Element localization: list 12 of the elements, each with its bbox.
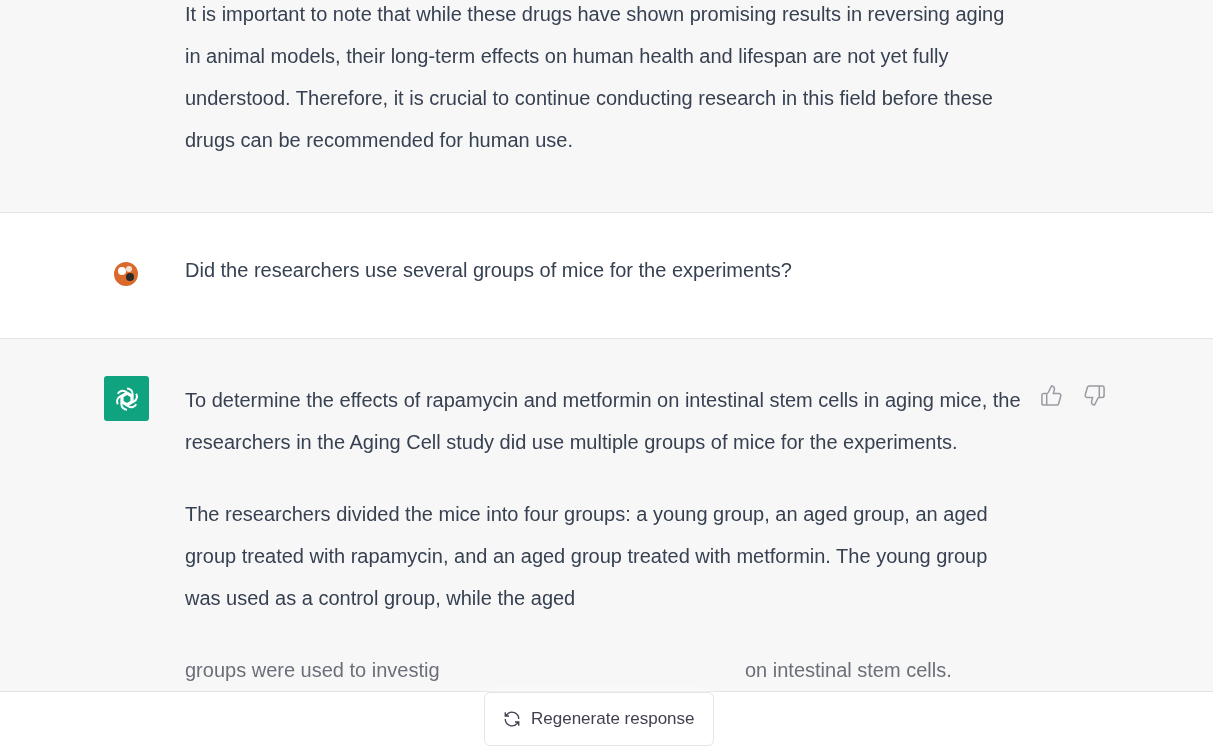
message-text: The researchers divided the mice into four groups: a young group, an aged group, an aged group treated with rapamycin, and an aged group treated with metformin. The young group was used as a control group, while the aged bbox=[185, 502, 989, 611]
refresh-icon bbox=[503, 710, 521, 728]
regenerate-response-button[interactable]: Regenerate response bbox=[484, 692, 714, 746]
message-text: To determine the effects of rapamycin and metformin on intestinal stem cells in aging mice, the researchers in the Aging Cell study did use multiple groups of mice for the experiments. bbox=[185, 388, 1022, 455]
assistant-logo bbox=[104, 376, 149, 421]
message-text: Did the researchers use several groups of mice for the experiments? bbox=[185, 258, 793, 283]
thumbs-down-icon[interactable] bbox=[1083, 384, 1106, 407]
message-text: groups were used to investig bbox=[185, 658, 441, 683]
message-text: on intestinal stem cells. bbox=[745, 658, 953, 683]
message-text: It is important to note that while these drugs have shown promising results in reversing aging in animal models, their long-term effects on human health and lifespan are not yet fully understood. Therefore, it is crucial to continue conducting research in this field before these drugs can be recommended for human use. bbox=[185, 2, 1006, 153]
user-avatar bbox=[113, 261, 139, 287]
thumbs-up-icon[interactable] bbox=[1040, 384, 1063, 407]
